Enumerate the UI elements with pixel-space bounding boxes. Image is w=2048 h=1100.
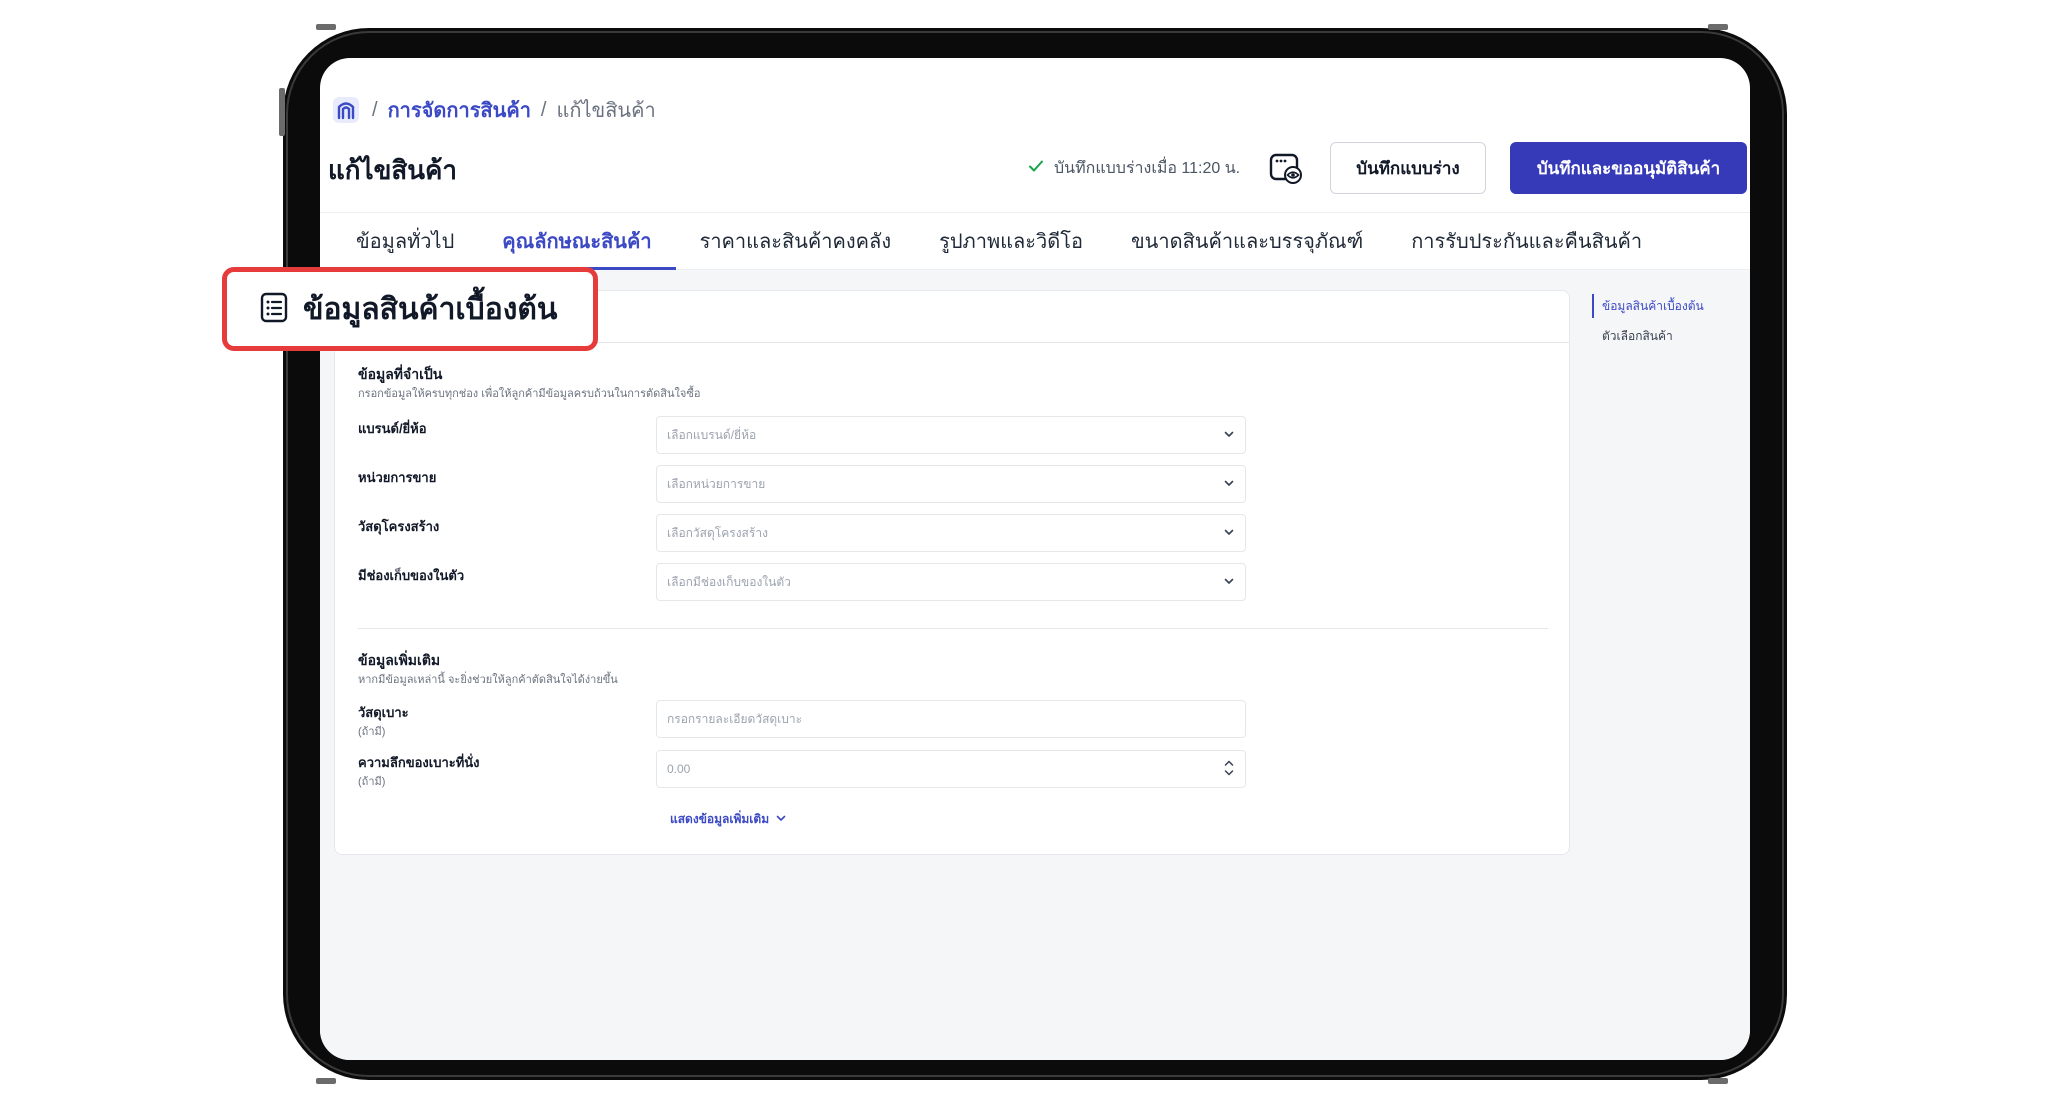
section-anchor-nav: ข้อมูลสินค้าเบื้องต้น ตัวเลือกสินค้า — [1592, 294, 1704, 354]
hardware-button-top-right — [1708, 24, 1728, 30]
save-and-request-approval-button[interactable]: บันทึกและขออนุมัติสินค้า — [1510, 142, 1747, 194]
check-icon — [1028, 158, 1044, 179]
built-in-storage-label: มีช่องเก็บของในตัว — [358, 568, 465, 583]
preview-button[interactable] — [1266, 148, 1306, 188]
anchor-basic-product-info[interactable]: ข้อมูลสินค้าเบื้องต้น — [1592, 294, 1704, 318]
number-stepper-icon[interactable] — [1223, 757, 1235, 782]
breadcrumb-separator: / — [372, 98, 378, 121]
built-in-storage-select-placeholder: เลือกมีช่องเก็บของในตัว — [667, 574, 791, 589]
tab-price-inventory[interactable]: ราคาและสินค้าคงคลัง — [676, 213, 916, 269]
product-tabs: ข้อมูลทั่วไป คุณลักษณะสินค้า ราคาและสินค… — [320, 212, 1750, 270]
seat-depth-label: ความลึกของเบาะที่นั่ง — [358, 755, 480, 770]
tab-warranty-returns[interactable]: การรับประกันและคืนสินค้า — [1387, 213, 1666, 269]
anchor-product-options[interactable]: ตัวเลือกสินค้า — [1592, 324, 1704, 348]
brand-label: แบรนด์/ยี่ห้อ — [358, 421, 427, 436]
brand-select-placeholder: เลือกแบรนด์/ยี่ห้อ — [667, 427, 757, 442]
save-draft-button[interactable]: บันทึกแบบร่าง — [1330, 142, 1486, 194]
frame-material-select-placeholder: เลือกวัสดุโครงสร้าง — [667, 525, 768, 540]
chevron-down-icon — [1223, 428, 1235, 443]
preview-window-eye-icon — [1269, 153, 1302, 184]
cushion-material-input[interactable]: กรอกรายละเอียดวัสดุเบาะ — [656, 700, 1246, 738]
sales-unit-select[interactable]: เลือกหน่วยการขาย — [656, 465, 1246, 503]
page-title: แก้ไขสินค้า — [328, 155, 457, 185]
card-title: ข้อมูลสินค้าเบื้องต้น — [303, 292, 558, 326]
required-section-subtitle: กรอกข้อมูลให้ครบทุกช่อง เพื่อให้ลูกค้ามี… — [358, 388, 701, 400]
required-section-title: ข้อมูลที่จำเป็น — [358, 366, 443, 382]
brand-select[interactable]: เลือกแบรนด์/ยี่ห้อ — [656, 416, 1246, 454]
tab-product-attributes[interactable]: คุณลักษณะสินค้า — [478, 213, 676, 270]
tab-size-packaging[interactable]: ขนาดสินค้าและบรรจุภัณฑ์ — [1107, 213, 1387, 269]
chevron-down-icon — [1223, 575, 1235, 590]
clipboard-list-icon — [259, 291, 289, 328]
built-in-storage-select[interactable]: เลือกมีช่องเก็บของในตัว — [656, 563, 1246, 601]
app-screen: / การจัดการสินค้า / แก้ไขสินค้า แก้ไขสิน… — [320, 58, 1750, 1060]
additional-section-subtitle: หากมีข้อมูลเหล่านี้ จะยิ่งช่วยให้ลูกค้าต… — [358, 674, 618, 686]
hardware-button-side — [279, 88, 285, 136]
tab-general-info[interactable]: ข้อมูลทั่วไป — [332, 213, 478, 269]
cushion-material-placeholder: กรอกรายละเอียดวัสดุเบาะ — [667, 711, 803, 726]
seat-depth-value: 0.00 — [667, 762, 691, 776]
home-logo-icon[interactable] — [330, 94, 362, 126]
chevron-down-icon — [1223, 477, 1235, 492]
sales-unit-label: หน่วยการขาย — [358, 470, 437, 485]
show-more-link[interactable]: แสดงข้อมูลเพิ่มเติม — [670, 810, 787, 829]
cushion-material-optional: (ถ้ามี) — [358, 726, 386, 738]
cushion-material-label: วัสดุเบาะ — [358, 705, 409, 720]
saved-status-text: บันทึกแบบร่างเมื่อ 11:20 น. — [1054, 160, 1241, 177]
tab-images-videos[interactable]: รูปภาพและวิดีโอ — [915, 213, 1107, 269]
additional-section-title: ข้อมูลเพิ่มเติม — [358, 652, 441, 668]
section-divider — [358, 628, 1548, 629]
frame-material-select[interactable]: เลือกวัสดุโครงสร้าง — [656, 514, 1246, 552]
draft-saved-status: บันทึกแบบร่างเมื่อ 11:20 น. — [1028, 156, 1240, 181]
chevron-down-icon — [1223, 526, 1235, 541]
breadcrumb-current: แก้ไขสินค้า — [556, 100, 656, 122]
sales-unit-select-placeholder: เลือกหน่วยการขาย — [667, 476, 766, 491]
frame-material-label: วัสดุโครงสร้าง — [358, 519, 440, 534]
seat-depth-optional: (ถ้ามี) — [358, 776, 386, 788]
hardware-button-bottom-right — [1708, 1078, 1728, 1084]
show-more-label: แสดงข้อมูลเพิ่มเติม — [670, 812, 770, 826]
highlight-callout: ข้อมูลสินค้าเบื้องต้น — [222, 267, 598, 351]
chevron-down-icon — [775, 812, 787, 827]
breadcrumb-product-management-link[interactable]: การจัดการสินค้า — [388, 94, 531, 126]
breadcrumb-separator: / — [540, 98, 547, 121]
hardware-button-top-left — [316, 24, 336, 30]
hardware-button-bottom-left — [316, 1078, 336, 1084]
breadcrumb: / การจัดการสินค้า / แก้ไขสินค้า — [330, 88, 656, 132]
seat-depth-number-input[interactable]: 0.00 — [656, 750, 1246, 788]
